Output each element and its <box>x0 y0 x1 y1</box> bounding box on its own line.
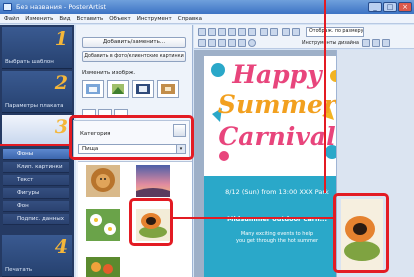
callout-line-top <box>324 0 326 193</box>
save-icon[interactable] <box>218 28 226 36</box>
close-button[interactable]: × <box>398 2 412 12</box>
zoom-in-icon[interactable] <box>282 28 290 36</box>
sidebar-item-data-caption[interactable]: Подпис. данных <box>3 214 69 225</box>
zoom-select[interactable]: Отобрaж. по размеру <box>306 27 364 37</box>
add-change-button[interactable]: Добавить/заменить... <box>82 37 186 48</box>
wizard-sidebar: 1 Выбрать шаблон 2 Параметры плаката 3 Ф… <box>0 25 74 277</box>
design-tools-label: Инструменты дизайна <box>302 41 359 46</box>
sidebar-item-shapes[interactable]: Фигуры <box>3 188 69 199</box>
app-icon <box>3 3 12 11</box>
rotate-icon[interactable] <box>208 39 216 47</box>
callout-line-left <box>0 144 69 146</box>
fruit-image <box>86 257 120 277</box>
step-number: 4 <box>54 236 68 258</box>
sidebar-item-backgrounds[interactable]: Фоны <box>3 149 69 160</box>
sky-image <box>136 165 170 197</box>
new-icon[interactable] <box>198 28 206 36</box>
gallery-thumb-lion[interactable] <box>86 165 120 197</box>
poster-footer-line1: Many exciting events to help <box>240 231 314 237</box>
poster-preview[interactable]: Happy Summer Carnival 8/12 (Sun) from 13… <box>204 56 350 277</box>
lion-image <box>86 165 120 197</box>
step-number: 2 <box>54 72 68 94</box>
app-window: Без названия - PosterArtist _ □ × Файл И… <box>0 0 414 277</box>
color-icon[interactable] <box>372 39 380 47</box>
sidebar-item-text[interactable]: Текст <box>3 175 69 186</box>
window-title: Без названия - PosterArtist <box>16 3 107 11</box>
menu-view[interactable]: Вид <box>59 14 70 23</box>
step-label: Печатать <box>5 267 33 273</box>
step-label: Выбрать шаблон <box>5 59 54 65</box>
zoom-out-icon[interactable] <box>292 28 300 36</box>
highlight-category <box>69 115 194 160</box>
step-number: 1 <box>54 28 68 50</box>
poster-title-line2: Summer <box>217 90 337 119</box>
change-images-label: Изменить изобрж. <box>82 70 136 76</box>
sidebar-item-background[interactable]: Фон <box>3 201 69 212</box>
add-clipart-button[interactable]: Добавить в фото/клиентские картинки <box>82 51 186 62</box>
step-number: 3 <box>54 116 68 138</box>
image-tool-4[interactable] <box>157 80 179 98</box>
menu-tools[interactable]: Инструмент <box>137 14 172 23</box>
main-toolbar: Отобрaж. по размеру Инструменты дизайна <box>194 25 414 49</box>
step-1-select-template[interactable]: 1 Выбрать шаблон <box>2 27 72 69</box>
image-tool-1[interactable] <box>82 80 104 98</box>
callout-line-connector <box>173 217 333 219</box>
image-tool-2[interactable] <box>107 80 129 98</box>
poster-date-line: 8/12 (Sun) from 13:00 XXX Park <box>225 188 329 196</box>
maximize-button[interactable]: □ <box>383 2 397 12</box>
open-icon[interactable] <box>208 28 216 36</box>
highlight-gallery-papaya <box>129 198 173 246</box>
pointer-icon[interactable] <box>198 39 206 47</box>
highlight-placed-image <box>333 193 389 273</box>
menu-object[interactable]: Объект <box>109 14 131 23</box>
redo-icon[interactable] <box>270 28 278 36</box>
menu-edit[interactable]: Изменить <box>25 14 53 23</box>
layout-icon[interactable] <box>362 39 370 47</box>
menu-file[interactable]: Файл <box>4 14 19 23</box>
image-tool-3[interactable] <box>132 80 154 98</box>
text-tool-icon[interactable] <box>218 39 226 47</box>
rectangle-tool-icon[interactable] <box>238 39 246 47</box>
image-icon <box>86 84 100 94</box>
poster-header: Happy Summer Carnival <box>204 56 350 176</box>
flowers-image <box>86 209 120 241</box>
settings-icon[interactable] <box>382 39 390 47</box>
menu-insert[interactable]: Вставить <box>77 14 104 23</box>
step-label: Параметры плаката <box>5 103 64 109</box>
window-controls: _ □ × <box>368 2 412 12</box>
gallery-thumb-fruit[interactable] <box>86 257 120 277</box>
step-3-edit[interactable]: 3 <box>2 115 72 145</box>
line-tool-icon[interactable] <box>228 39 236 47</box>
poster-footer-line2: you get through the hot summer <box>235 238 319 244</box>
copy-icon[interactable] <box>238 28 246 36</box>
gallery-thumb-sky[interactable] <box>136 165 170 197</box>
cut-icon[interactable] <box>228 28 236 36</box>
paste-icon[interactable] <box>248 28 256 36</box>
minimize-button[interactable]: _ <box>368 2 382 12</box>
step-2-poster-settings[interactable]: 2 Параметры плаката <box>2 71 72 113</box>
frame-icon <box>161 84 175 94</box>
sidebar-item-clipart[interactable]: Клип. картинки <box>3 162 69 173</box>
poster-title-line3: Carnival <box>218 122 336 151</box>
step-4-print[interactable]: 4 Печатать <box>2 235 72 277</box>
photo-icon <box>136 84 150 94</box>
poster-title-line1: Happy <box>232 60 322 89</box>
ellipse-tool-icon[interactable] <box>248 39 256 47</box>
crop-icon <box>112 84 124 94</box>
gallery-thumb-flowers[interactable] <box>86 209 120 241</box>
menu-bar: Файл Изменить Вид Вставить Объект Инстру… <box>0 14 414 24</box>
title-bar: Без названия - PosterArtist _ □ × <box>0 0 414 14</box>
undo-icon[interactable] <box>260 28 268 36</box>
menu-help[interactable]: Справка <box>178 14 202 23</box>
poster-footer: Many exciting events to help you get thr… <box>204 231 350 245</box>
